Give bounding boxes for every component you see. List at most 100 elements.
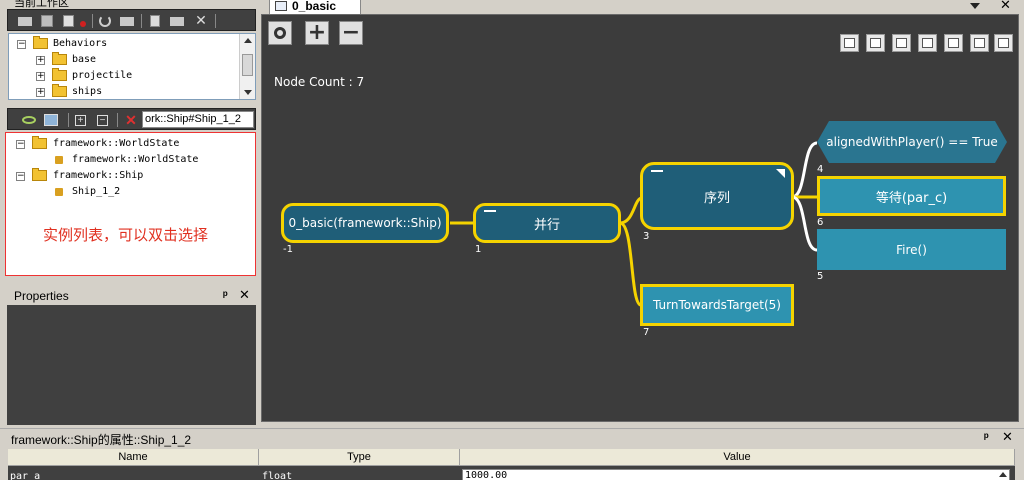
new-folder-icon [170,17,184,26]
node-condition-label-box: alignedWithPlayer() == True [817,121,1007,163]
node-turn[interactable]: TurnTowardsTarget(5) [640,284,794,326]
collapse-bar-icon [651,170,663,172]
delete-file-button[interactable] [72,13,90,29]
minus-box-icon: − [97,115,108,126]
scroll-down-icon[interactable] [244,90,252,95]
folder-icon [120,17,134,26]
node-label: 0_basic(framework::Ship) [288,216,442,230]
node-parallel[interactable]: 并行 [473,203,621,243]
tree-item-label: base [72,54,97,65]
tab-close-icon[interactable]: ✕ [1000,0,1011,13]
close-icon[interactable]: ✕ [239,288,250,303]
collapse-icon: − [16,171,25,181]
folder-icon [32,168,47,181]
node-wait[interactable]: 等待(par_c) [817,176,1006,216]
settings-icon [44,114,58,126]
instance-path-text: ork::Ship#Ship_1_2 [145,113,242,125]
instance-list-hint: 实例列表，可以双击选择 [43,226,209,244]
node-label: 序列 [703,190,730,206]
tab-label: 0_basic [292,0,337,13]
node-id: 7 [643,327,650,338]
link-parallel-turn [619,221,642,307]
tab-0-basic[interactable]: 0_basic [269,0,361,14]
node-root[interactable]: 0_basic(framework::Ship) [281,203,449,243]
folder-icon [33,36,48,49]
node-id: 4 [817,164,824,175]
toolbar-separator [215,14,216,28]
node-label: Fire() [896,242,927,257]
workspace-tree: − Behaviors + base + projectile + ships [8,33,256,100]
value-input[interactable]: 1000.00 [462,469,1010,480]
open-folder-button[interactable] [16,13,34,29]
collapse-all-button[interactable]: − [94,112,112,128]
column-header-name[interactable]: Name [8,449,259,466]
red-x-icon: ✕ [125,112,137,128]
instance-toolbar: + − ✕ ork::Ship#Ship_1_2 [7,108,256,130]
refresh-icon [99,15,111,27]
tree-item-label: ships [72,86,103,97]
collapse-icon: − [16,139,25,149]
row-type: float [262,471,293,480]
node-label: alignedWithPlayer() == True [826,135,998,149]
expand-icon: + [36,55,45,65]
column-header-type[interactable]: Type [259,449,460,466]
properties-header: Properties ᵖ ✕ [7,287,256,305]
link-sequence-condition [791,141,818,199]
tree-file-icon [275,1,287,11]
editor-canvas[interactable]: + − Node Count : 7 0_basic(framework::Sh… [261,14,1019,422]
bottom-panel-header: framework::Ship的属性::Ship_1_2 ᵖ ✕ [0,428,1024,447]
node-label: 等待(par_c) [875,190,948,206]
bottom-panel-title: framework::Ship的属性::Ship_1_2 [11,433,192,447]
instance-path-field[interactable]: ork::Ship#Ship_1_2 [142,111,254,128]
tab-dropdown-icon[interactable] [970,3,980,9]
workspace-scrollbar[interactable] [239,34,255,99]
properties-body [7,305,256,425]
node-label: TurnTowardsTarget(5) [653,298,781,312]
new-behavior-button[interactable] [146,13,164,29]
node-id: 3 [643,231,650,242]
pin-icon[interactable]: ᵖ [223,288,228,302]
table-row[interactable]: par_a float 1000.00 [8,466,1015,480]
tree-item-label: projectile [72,70,133,81]
copy-button[interactable] [38,13,56,29]
toolbar-separator [92,14,93,28]
instance-settings-button[interactable] [42,112,60,128]
scroll-thumb[interactable] [242,54,253,76]
browse-folder-button[interactable] [118,13,136,29]
tree-item-label: Behaviors [53,38,108,49]
folder-icon [52,52,67,65]
instance-item-label: Ship_1_2 [72,186,121,197]
left-panel: 当前工作区 ✕ − Behaviors + base + projectile [0,0,259,425]
instance-list: − framework::WorldState framework::World… [5,132,256,276]
node-id: -1 [283,244,293,255]
new-folder-button[interactable] [168,13,186,29]
toolbar-separator [117,113,118,127]
instance-icon [55,188,63,196]
column-header-value[interactable]: Value [460,449,1015,466]
open-folder-icon [18,17,32,26]
plus-box-icon: + [75,115,86,126]
eye-icon [22,116,36,124]
node-sequence[interactable]: 序列 [640,162,794,230]
folder-icon [52,68,67,81]
delete-button[interactable]: ✕ [192,13,210,29]
scroll-up-icon[interactable] [244,38,252,43]
node-id: 6 [817,217,824,228]
remove-instance-button[interactable]: ✕ [122,112,140,128]
instance-item-label: framework::WorldState [53,138,180,149]
close-icon[interactable]: ✕ [1002,430,1013,445]
refresh-button[interactable] [96,13,114,29]
watch-button[interactable] [20,112,38,128]
toolbar-separator [141,14,142,28]
node-fire[interactable]: Fire() [817,229,1006,270]
collapse-bar-icon [484,210,496,212]
properties-title: Properties [14,289,69,303]
document-icon [150,15,160,27]
workspace-toolbar: ✕ [7,9,256,31]
expand-all-button[interactable]: + [72,112,90,128]
expand-icon: + [36,71,45,81]
pin-icon[interactable]: ᵖ [984,430,989,444]
row-value: 1000.00 [465,470,508,480]
spin-up-icon[interactable] [999,472,1007,477]
corner-fold-icon [776,169,785,178]
